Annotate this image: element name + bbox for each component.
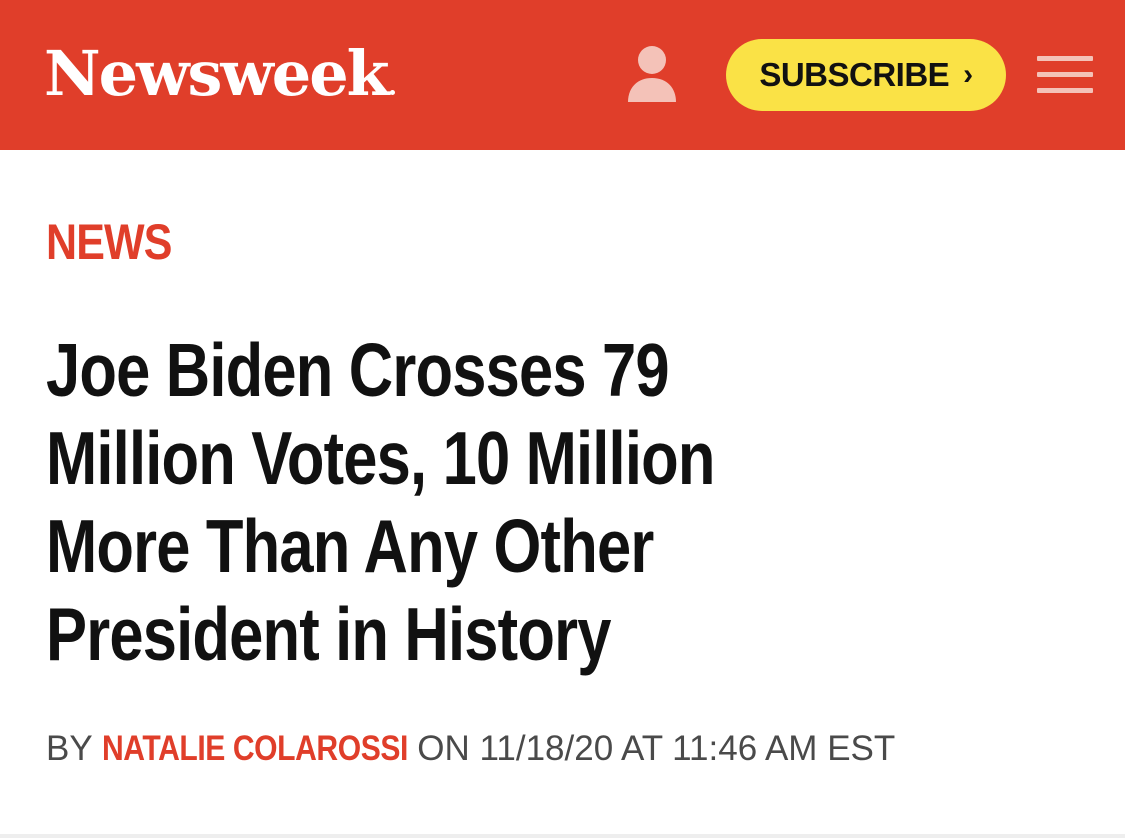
byline-prefix: BY <box>46 729 93 768</box>
publish-datetime: 11/18/20 AT 11:46 AM EST <box>479 729 896 768</box>
headline-line: More Than Any Other <box>46 504 654 588</box>
byline-date-prefix: ON <box>417 729 470 768</box>
site-header: Newsweek SUBSCRIBE › <box>0 0 1125 150</box>
headline-line: President in History <box>46 592 611 676</box>
logo-text: Newsweek <box>44 37 390 110</box>
category-label[interactable]: NEWS <box>46 212 172 272</box>
author-link[interactable]: NATALIE COLAROSSI <box>102 727 408 771</box>
user-icon-graphic <box>628 46 676 102</box>
user-icon[interactable] <box>624 44 680 106</box>
headline-line: Million Votes, 10 Million <box>46 416 715 500</box>
menu-line-bottom <box>1037 88 1093 93</box>
divider <box>0 834 1125 838</box>
article-headline: Joe Biden Crosses 79 Million Votes, 10 M… <box>46 326 899 678</box>
subscribe-label: SUBSCRIBE <box>759 56 950 93</box>
newsweek-logo[interactable]: Newsweek <box>44 34 395 114</box>
menu-line-middle <box>1037 72 1093 77</box>
byline: BY NATALIE COLAROSSI ON 11/18/20 AT 11:4… <box>46 727 895 771</box>
logo-registered-dot <box>389 90 395 95</box>
chevron-right-icon: › <box>963 58 973 91</box>
headline-line: Joe Biden Crosses 79 <box>46 328 670 412</box>
subscribe-button[interactable]: SUBSCRIBE › <box>726 39 1006 111</box>
menu-line-top <box>1037 56 1093 61</box>
hamburger-menu-icon[interactable] <box>1037 56 1093 94</box>
